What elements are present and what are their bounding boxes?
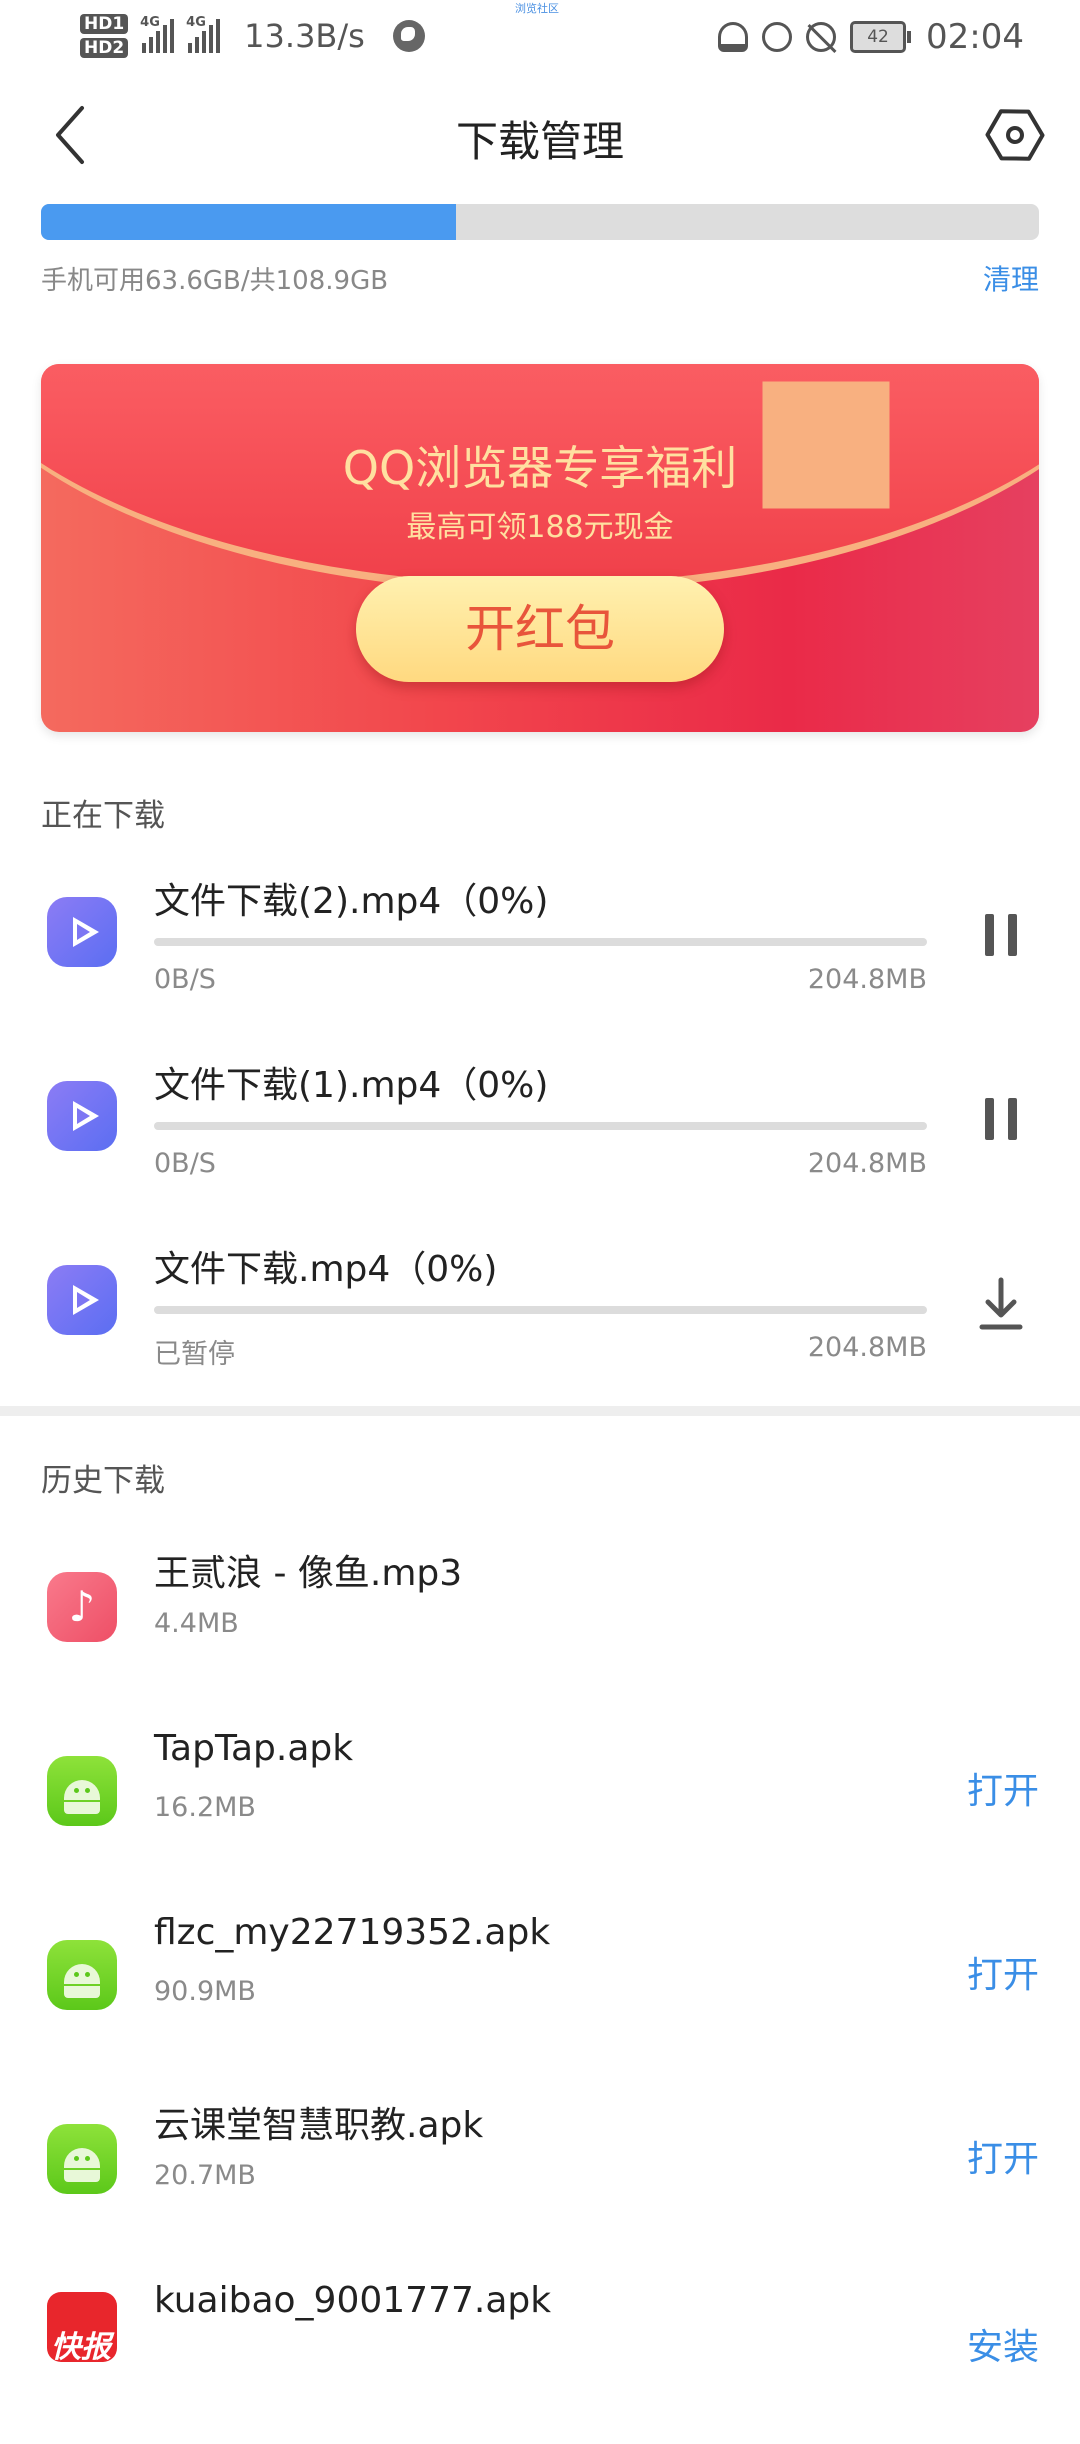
history-section-title: 历史下载	[41, 1463, 165, 1499]
banner-title: QQ浏览器专享福利	[342, 441, 738, 495]
app-header: 下载管理	[0, 90, 1080, 180]
download-icon	[979, 1277, 1023, 1330]
download-progress-bar	[154, 1306, 927, 1314]
video-file-icon	[47, 1265, 117, 1335]
open-button[interactable]: 打开	[967, 1762, 1039, 1814]
android-apk-icon	[47, 2124, 117, 2194]
globe-icon	[392, 20, 425, 52]
clock: 02:04	[926, 17, 1024, 57]
video-file-icon	[47, 1081, 117, 1151]
file-size: 16.2MB	[154, 1792, 256, 1823]
storage-usage-fill	[41, 204, 457, 240]
alarm-icon	[762, 22, 793, 52]
hexagon-settings-icon	[985, 109, 1045, 161]
download-row[interactable]: 文件下载.mp4（0%) 已暂停 204.8MB	[0, 1220, 1080, 1390]
download-speed: 0B/S	[154, 1148, 216, 1179]
file-name: 文件下载(1).mp4（0%)	[154, 1065, 549, 1106]
kuaibao-app-icon: 快报	[47, 2292, 117, 2362]
file-name: 云课堂智慧职教.apk	[154, 2105, 484, 2146]
download-speed: 0B/S	[154, 964, 216, 995]
status-bar-left: HD1 HD2 4G 4G 13.3B/s	[80, 6, 425, 66]
kuaibao-icon-text: 快报	[51, 2330, 111, 2362]
download-status: 已暂停	[154, 1339, 235, 1370]
hd-indicators: HD1 HD2	[80, 14, 129, 58]
file-size: 204.8MB	[807, 964, 927, 995]
promo-banner[interactable]: QQ浏览器专享福利 最高可领188元现金 开红包	[41, 364, 1039, 732]
page-title: 下载管理	[455, 117, 624, 166]
clean-button[interactable]: 清理	[983, 258, 1039, 298]
android-apk-icon	[47, 1940, 117, 2010]
battery-icon: 42	[850, 21, 912, 53]
banner-subtitle: 最高可领188元现金	[406, 510, 674, 545]
open-red-packet-button[interactable]: 开红包	[356, 576, 724, 682]
headphones-icon	[718, 22, 749, 52]
android-apk-icon	[47, 1756, 117, 1826]
file-name: TapTap.apk	[154, 1728, 354, 1769]
music-icon	[47, 1572, 117, 1642]
file-size: 204.8MB	[807, 1148, 927, 1179]
file-name: 文件下载.mp4（0%)	[154, 1249, 498, 1290]
signal-2-icon: 4G	[186, 15, 221, 53]
file-name: kuaibao_9001777.apk	[154, 2280, 552, 2321]
status-bar: HD1 HD2 4G 4G 13.3B/s 浏览社区 42 02:04	[0, 0, 1080, 75]
file-name: 王贰浪 - 像鱼.mp3	[154, 1553, 463, 1594]
storage-text: 手机可用63.6GB/共108.9GB	[41, 266, 389, 296]
hd2-indicator: HD2	[80, 38, 129, 58]
settings-button[interactable]	[980, 100, 1050, 170]
resume-download-button[interactable]	[966, 1270, 1036, 1340]
file-name: 文件下载(2).mp4（0%)	[154, 881, 549, 922]
section-divider	[0, 1406, 1080, 1416]
file-size: 20.7MB	[154, 2160, 256, 2191]
network-speed: 13.3B/s	[244, 17, 365, 55]
file-name: flzc_my22719352.apk	[154, 1912, 551, 1953]
download-progress-bar	[154, 938, 927, 946]
download-row[interactable]: 文件下载(2).mp4（0%) 0B/S 204.8MB	[0, 852, 1080, 1022]
history-row[interactable]: 王贰浪 - 像鱼.mp3 4.4MB	[0, 1524, 1080, 1708]
file-size: 4.4MB	[154, 1608, 239, 1639]
history-row[interactable]: 快报 kuaibao_9001777.apk 安装	[0, 2260, 1080, 2444]
pause-button[interactable]	[966, 1086, 1036, 1156]
pause-button[interactable]	[966, 902, 1036, 972]
top-label: 浏览社区	[515, 2, 559, 15]
install-button[interactable]: 安装	[967, 2318, 1039, 2370]
hd1-indicator: HD1	[80, 14, 129, 34]
downloading-section-title: 正在下载	[41, 798, 165, 834]
storage-usage-bar	[41, 204, 1039, 240]
file-size: 90.9MB	[154, 1976, 256, 2007]
video-file-icon	[47, 897, 117, 967]
file-size: 204.8MB	[807, 1332, 927, 1363]
history-row[interactable]: TapTap.apk 16.2MB 打开	[0, 1708, 1080, 1892]
open-button[interactable]: 打开	[967, 2130, 1039, 2182]
history-row[interactable]: flzc_my22719352.apk 90.9MB 打开	[0, 1892, 1080, 2076]
signal-1-icon: 4G	[140, 15, 175, 53]
download-progress-bar	[154, 1122, 927, 1130]
bell-muted-icon	[806, 22, 837, 52]
download-row[interactable]: 文件下载(1).mp4（0%) 0B/S 204.8MB	[0, 1036, 1080, 1206]
history-row[interactable]: 云课堂智慧职教.apk 20.7MB 打开	[0, 2076, 1080, 2260]
status-bar-right: 42 02:04	[718, 12, 1024, 62]
open-button[interactable]: 打开	[967, 1946, 1039, 1998]
